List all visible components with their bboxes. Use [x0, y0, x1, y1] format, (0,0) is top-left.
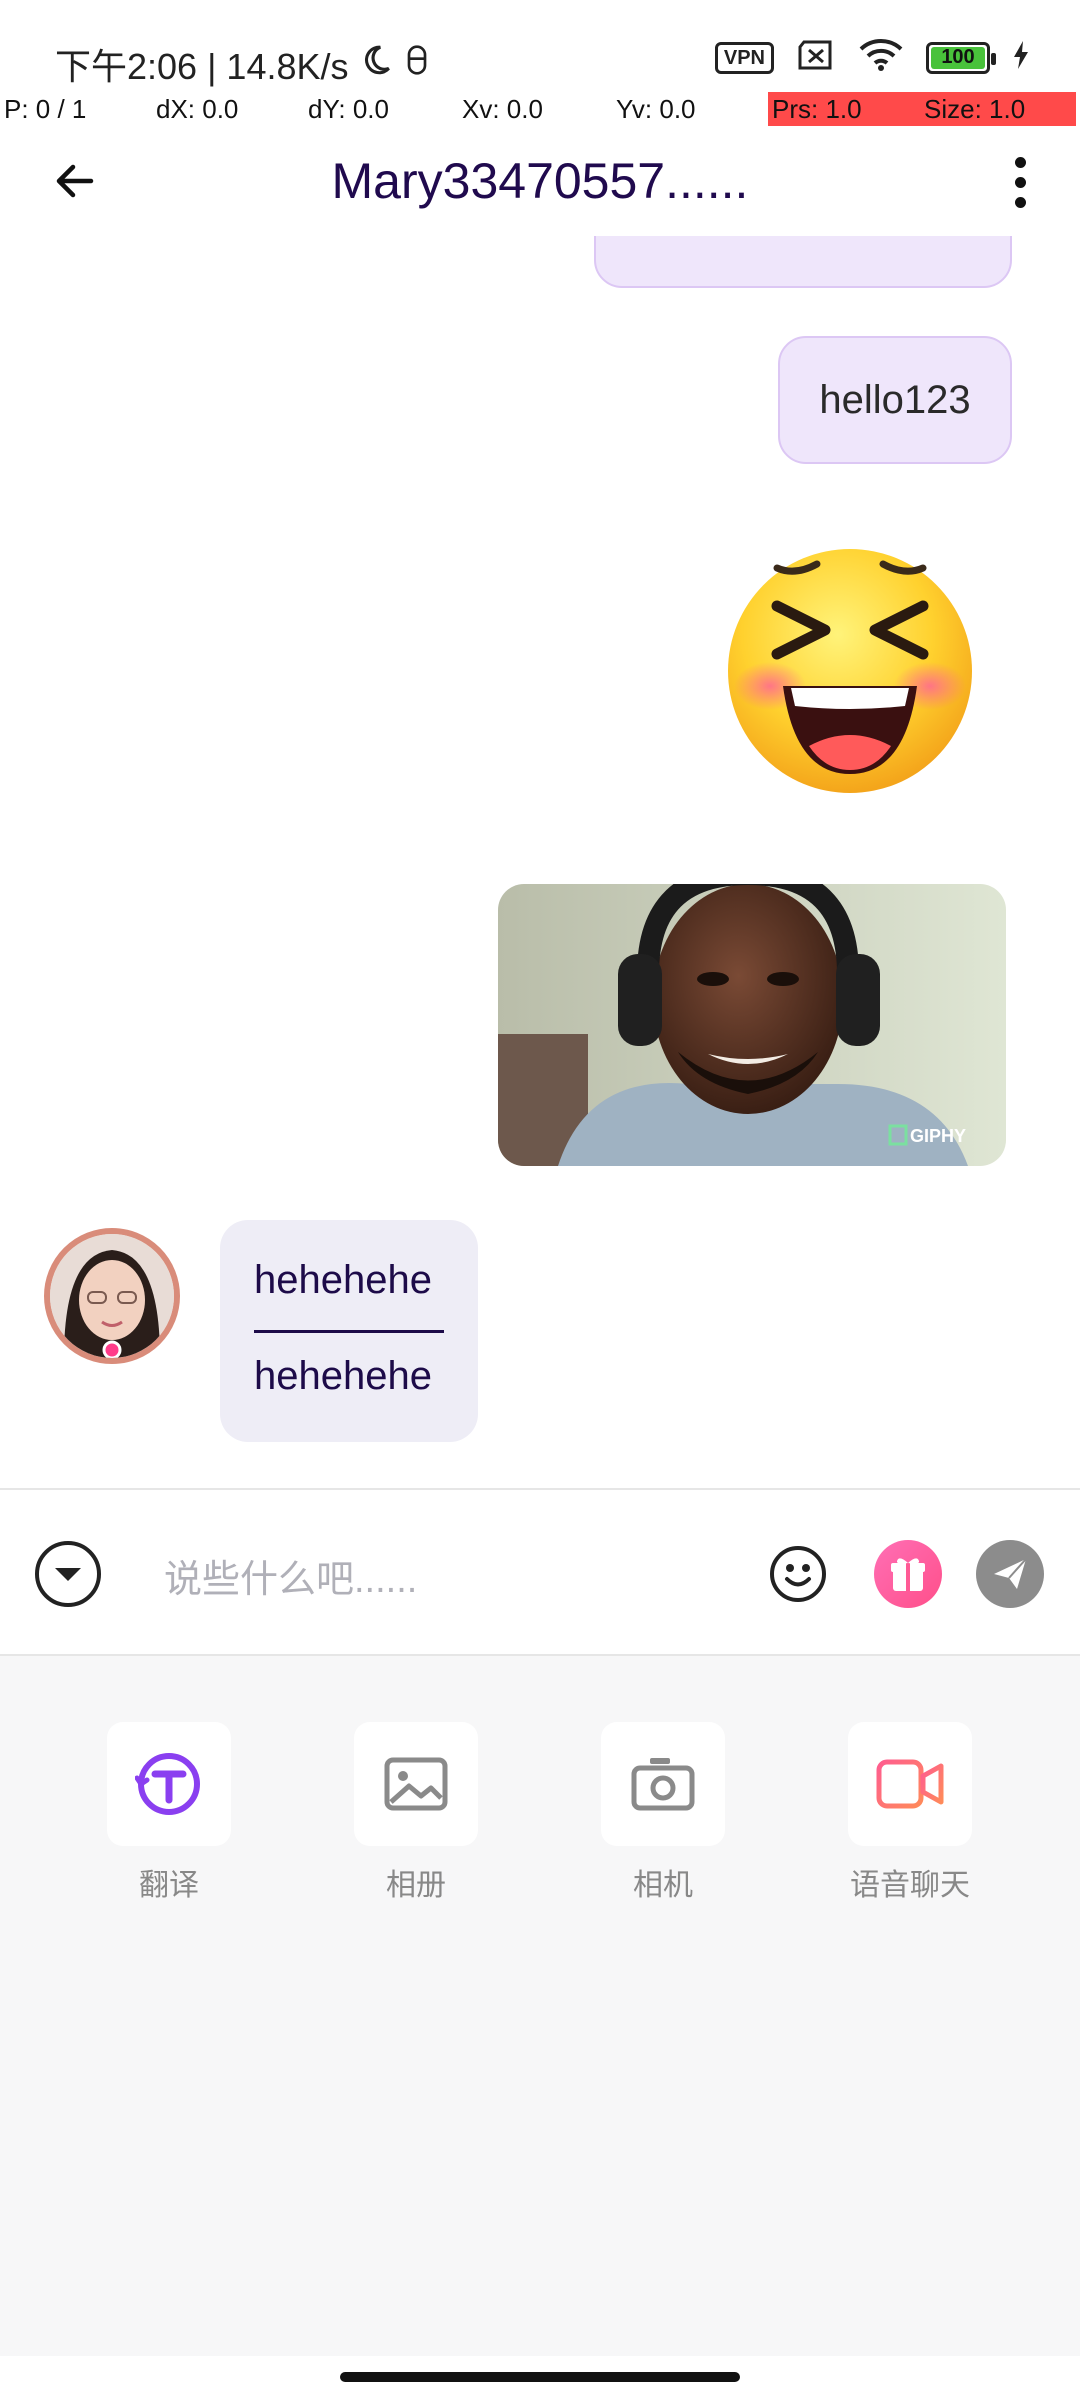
chat-screen: 下午2:06 | 14.8K/s VPN 100 P: 0 / 1 dX: 0.…	[0, 0, 1080, 2400]
collapse-panel-button[interactable]	[34, 1540, 102, 1608]
tool-label: 相机	[633, 1869, 693, 1902]
status-time: 下午2:06 | 14.8K/s	[55, 46, 349, 87]
message-list[interactable]: ... hello123	[0, 236, 1080, 1488]
arrow-left-icon	[56, 164, 94, 198]
gif-message[interactable]: GIPHY	[498, 884, 1006, 1166]
message-bubble-partial[interactable]: ...	[594, 236, 1012, 288]
more-options-button[interactable]	[990, 144, 1050, 220]
message-input[interactable]: 说些什么吧......	[164, 1548, 417, 1603]
more-vertical-icon	[1014, 156, 1026, 168]
contact-avatar[interactable]	[44, 1228, 180, 1364]
laughing-emoji-sticker[interactable]	[725, 546, 975, 796]
send-button[interactable]	[976, 1540, 1044, 1608]
tool-label: 翻译	[139, 1869, 199, 1902]
status-bar: 下午2:06 | 14.8K/s VPN 100	[0, 0, 1080, 90]
tool-voice-chat[interactable]: 语音聊天	[845, 1722, 975, 1904]
video-call-icon	[876, 1759, 944, 1809]
status-right: VPN 100	[714, 38, 1030, 77]
translation-divider	[254, 1330, 444, 1333]
back-button[interactable]	[40, 146, 110, 216]
battery-indicator: 100	[926, 41, 996, 74]
message-input-bar: 说些什么吧......	[0, 1488, 1080, 1656]
gift-icon	[891, 1558, 925, 1591]
chat-header: Mary33470557......	[0, 126, 1080, 236]
debug-yv: Yv: 0.0	[616, 94, 696, 124]
message-bubble-outgoing[interactable]: hello123	[778, 336, 1012, 464]
mouse-icon	[403, 43, 431, 85]
tool-label: 相册	[386, 1869, 446, 1902]
debug-prs: Prs: 1.0	[768, 92, 920, 126]
attachment-tools-panel: 翻译 相册 相机 语音聊天	[0, 1656, 1080, 2356]
moon-icon	[359, 43, 393, 86]
tool-label: 语音聊天	[850, 1869, 970, 1902]
camera-icon	[631, 1758, 695, 1811]
battery-level: 100	[941, 46, 975, 68]
gif-watermark: GIPHY	[910, 1126, 966, 1146]
tool-gallery[interactable]: 相册	[351, 1722, 481, 1904]
pointer-debug-overlay: P: 0 / 1 dX: 0.0 dY: 0.0 Xv: 0.0 Yv: 0.0…	[0, 92, 1080, 126]
sim-none-icon	[796, 39, 836, 76]
partial-message-text: ...	[786, 236, 819, 237]
chat-title: Mary33470557......	[331, 153, 749, 209]
message-original-text: hehehehe	[254, 1258, 432, 1302]
tool-translate[interactable]: 翻译	[104, 1722, 234, 1904]
send-icon	[994, 1558, 1027, 1589]
message-text: hello123	[819, 377, 971, 422]
wifi-icon	[858, 38, 904, 77]
translate-icon	[135, 1753, 200, 1815]
status-left: 下午2:06 | 14.8K/s	[55, 38, 431, 90]
debug-dx: dX: 0.0	[156, 94, 239, 124]
debug-dy: dY: 0.0	[308, 94, 389, 124]
emoji-button[interactable]	[764, 1540, 832, 1608]
gif-image: GIPHY	[498, 884, 1006, 1166]
smiley-icon	[770, 1546, 826, 1602]
gift-button[interactable]	[874, 1540, 942, 1608]
charging-icon	[1012, 40, 1030, 75]
debug-p: P: 0 / 1	[4, 94, 87, 124]
tool-camera[interactable]: 相机	[598, 1722, 728, 1904]
chevron-down-circle-icon	[35, 1541, 101, 1607]
message-bubble-incoming[interactable]: hehehehe hehehehe	[220, 1220, 478, 1442]
vpn-badge: VPN	[714, 41, 774, 74]
home-indicator[interactable]	[340, 2372, 740, 2382]
gallery-icon	[384, 1757, 448, 1811]
debug-xv: Xv: 0.0	[462, 94, 543, 124]
debug-size: Size: 1.0	[920, 92, 1076, 126]
message-translated-text: hehehehe	[254, 1354, 432, 1398]
